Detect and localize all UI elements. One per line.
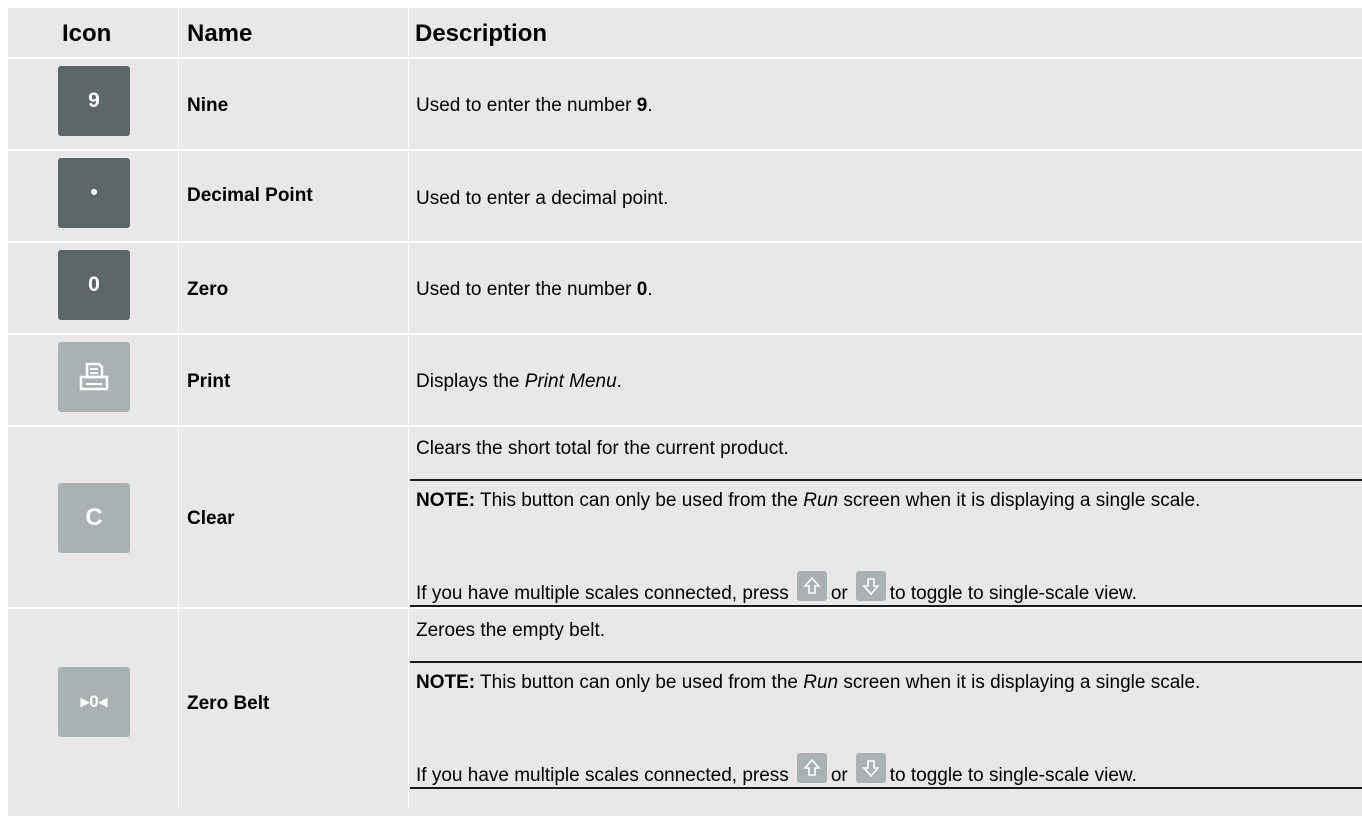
header-name: Name [187,20,253,47]
row-divider [8,241,1362,243]
row-divider [8,149,1362,151]
row-divider [8,425,1362,427]
row-description: Clears the short total for the current p… [416,438,789,459]
row-description: Used to enter the number 0. [416,279,653,300]
print-icon [58,342,130,412]
row-name: Clear [187,508,235,529]
clear-key-icon: C [58,483,130,553]
note-divider [410,479,1362,481]
down-arrow-icon [855,753,886,783]
row-name: Zero [187,279,229,300]
up-arrow-icon [796,753,827,783]
row-name: Zero Belt [187,693,270,714]
note-text: NOTE: This button can only be used from … [416,490,1201,511]
zero-key-icon: 0 [58,250,130,320]
row-description: Used to enter the number 9. [416,95,653,116]
header-description: Description [415,20,548,47]
decimal-point-key-icon: • [58,158,130,228]
column-divider [178,8,179,808]
row-description: Used to enter a decimal point. [416,188,669,209]
note-divider [410,787,1362,789]
row-divider [8,333,1362,335]
row-name: Nine [187,95,229,116]
row-description: Displays the Print Menu. [416,371,622,392]
note-divider [410,605,1362,607]
toggle-instruction: If you have multiple scales connected, p… [416,753,1137,787]
button-reference-table: Icon Name Description 9 Nine Used to ent… [8,8,1362,816]
note-divider [410,661,1362,663]
nine-key-icon: 9 [58,66,130,136]
note-text: NOTE: This button can only be used from … [416,672,1201,693]
row-divider [8,607,1362,609]
toggle-instruction: If you have multiple scales connected, p… [416,571,1137,605]
down-arrow-icon [855,571,886,601]
header-icon: Icon [62,20,112,47]
row-divider [8,57,1362,59]
up-arrow-icon [796,571,827,601]
zero-belt-key-icon: ▸0◂ [58,667,130,737]
column-divider [408,8,409,808]
row-name: Print [187,371,231,392]
row-description: Zeroes the empty belt. [416,620,606,641]
row-name: Decimal Point [187,185,313,206]
